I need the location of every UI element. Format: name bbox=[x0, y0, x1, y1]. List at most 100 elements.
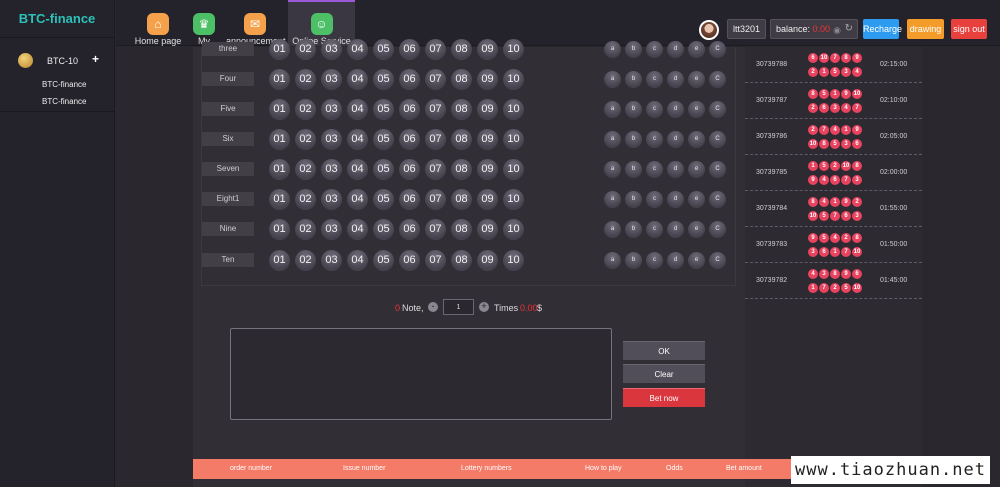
option-ball[interactable]: c bbox=[646, 101, 663, 118]
option-ball[interactable]: C bbox=[709, 252, 726, 269]
bet-now-button[interactable]: Bet now bbox=[623, 388, 705, 407]
option-ball[interactable]: a bbox=[604, 101, 621, 118]
option-ball[interactable]: b bbox=[625, 252, 642, 269]
option-ball[interactable]: b bbox=[625, 131, 642, 148]
number-ball[interactable]: 03 bbox=[321, 219, 342, 240]
option-ball[interactable]: d bbox=[667, 252, 684, 269]
number-ball[interactable]: 05 bbox=[373, 69, 394, 90]
option-ball[interactable]: e bbox=[688, 191, 705, 208]
number-ball[interactable]: 07 bbox=[425, 219, 446, 240]
number-ball[interactable]: 10 bbox=[503, 99, 524, 120]
option-ball[interactable]: b bbox=[625, 41, 642, 58]
number-ball[interactable]: 02 bbox=[295, 219, 316, 240]
number-ball[interactable]: 02 bbox=[295, 129, 316, 150]
option-ball[interactable]: d bbox=[667, 161, 684, 178]
number-ball[interactable]: 09 bbox=[477, 99, 498, 120]
number-ball[interactable]: 06 bbox=[399, 189, 420, 210]
option-ball[interactable]: c bbox=[646, 191, 663, 208]
number-ball[interactable]: 08 bbox=[451, 129, 472, 150]
number-ball[interactable]: 01 bbox=[269, 250, 290, 271]
option-ball[interactable]: e bbox=[688, 131, 705, 148]
number-ball[interactable]: 08 bbox=[451, 219, 472, 240]
number-ball[interactable]: 09 bbox=[477, 159, 498, 180]
recharge-button[interactable]: Recharge bbox=[863, 19, 902, 39]
number-ball[interactable]: 02 bbox=[295, 189, 316, 210]
number-ball[interactable]: 08 bbox=[451, 39, 472, 60]
refresh-icon[interactable]: ↻ bbox=[845, 20, 853, 38]
number-ball[interactable]: 06 bbox=[399, 250, 420, 271]
number-ball[interactable]: 03 bbox=[321, 129, 342, 150]
number-ball[interactable]: 09 bbox=[477, 189, 498, 210]
number-ball[interactable]: 02 bbox=[295, 69, 316, 90]
number-ball[interactable]: 09 bbox=[477, 129, 498, 150]
number-ball[interactable]: 02 bbox=[295, 159, 316, 180]
option-ball[interactable]: C bbox=[709, 221, 726, 238]
number-ball[interactable]: 04 bbox=[347, 69, 368, 90]
option-ball[interactable]: a bbox=[604, 71, 621, 88]
number-ball[interactable]: 03 bbox=[321, 250, 342, 271]
number-ball[interactable]: 08 bbox=[451, 250, 472, 271]
option-ball[interactable]: c bbox=[646, 41, 663, 58]
option-ball[interactable]: d bbox=[667, 71, 684, 88]
option-ball[interactable]: d bbox=[667, 191, 684, 208]
username-badge[interactable]: ltt3201 bbox=[727, 19, 767, 39]
option-ball[interactable]: c bbox=[646, 71, 663, 88]
number-ball[interactable]: 07 bbox=[425, 39, 446, 60]
number-ball[interactable]: 10 bbox=[503, 189, 524, 210]
sidebar-item-btc-finance-2[interactable]: BTC-finance bbox=[42, 97, 86, 106]
number-ball[interactable]: 10 bbox=[503, 129, 524, 150]
number-ball[interactable]: 04 bbox=[347, 250, 368, 271]
number-ball[interactable]: 04 bbox=[347, 39, 368, 60]
number-ball[interactable]: 02 bbox=[295, 99, 316, 120]
number-ball[interactable]: 10 bbox=[503, 159, 524, 180]
number-ball[interactable]: 03 bbox=[321, 69, 342, 90]
number-ball[interactable]: 05 bbox=[373, 159, 394, 180]
option-ball[interactable]: a bbox=[604, 221, 621, 238]
option-ball[interactable]: a bbox=[604, 191, 621, 208]
number-ball[interactable]: 03 bbox=[321, 39, 342, 60]
option-ball[interactable]: b bbox=[625, 71, 642, 88]
option-ball[interactable]: C bbox=[709, 41, 726, 58]
number-ball[interactable]: 06 bbox=[399, 69, 420, 90]
option-ball[interactable]: b bbox=[625, 161, 642, 178]
times-input[interactable] bbox=[443, 299, 474, 315]
expand-plus-icon[interactable]: + bbox=[92, 52, 99, 66]
option-ball[interactable]: e bbox=[688, 41, 705, 58]
number-ball[interactable]: 01 bbox=[269, 219, 290, 240]
number-ball[interactable]: 06 bbox=[399, 159, 420, 180]
number-ball[interactable]: 08 bbox=[451, 99, 472, 120]
number-ball[interactable]: 01 bbox=[269, 39, 290, 60]
user-avatar[interactable] bbox=[699, 20, 719, 40]
option-ball[interactable]: a bbox=[604, 41, 621, 58]
number-ball[interactable]: 01 bbox=[269, 159, 290, 180]
number-ball[interactable]: 05 bbox=[373, 39, 394, 60]
nav-home[interactable]: ⌂ Home page bbox=[133, 0, 183, 46]
clear-button[interactable]: Clear bbox=[623, 364, 705, 383]
number-ball[interactable]: 01 bbox=[269, 189, 290, 210]
ok-button[interactable]: OK bbox=[623, 341, 705, 360]
option-ball[interactable]: C bbox=[709, 191, 726, 208]
number-ball[interactable]: 10 bbox=[503, 39, 524, 60]
number-ball[interactable]: 01 bbox=[269, 99, 290, 120]
number-ball[interactable]: 01 bbox=[269, 69, 290, 90]
drawing-button[interactable]: drawing bbox=[907, 19, 944, 39]
option-ball[interactable]: d bbox=[667, 101, 684, 118]
option-ball[interactable]: a bbox=[604, 161, 621, 178]
number-ball[interactable]: 04 bbox=[347, 99, 368, 120]
brand-logo[interactable]: BTC-finance bbox=[0, 0, 115, 38]
option-ball[interactable]: e bbox=[688, 71, 705, 88]
number-ball[interactable]: 05 bbox=[373, 129, 394, 150]
option-ball[interactable]: d bbox=[667, 131, 684, 148]
number-ball[interactable]: 02 bbox=[295, 39, 316, 60]
option-ball[interactable]: b bbox=[625, 191, 642, 208]
number-ball[interactable]: 04 bbox=[347, 219, 368, 240]
option-ball[interactable]: C bbox=[709, 71, 726, 88]
option-ball[interactable]: c bbox=[646, 161, 663, 178]
number-ball[interactable]: 06 bbox=[399, 39, 420, 60]
number-ball[interactable]: 08 bbox=[451, 69, 472, 90]
number-ball[interactable]: 06 bbox=[399, 129, 420, 150]
option-ball[interactable]: C bbox=[709, 161, 726, 178]
number-ball[interactable]: 09 bbox=[477, 69, 498, 90]
option-ball[interactable]: e bbox=[688, 161, 705, 178]
sidebar-item-btc-finance-1[interactable]: BTC-finance bbox=[42, 80, 86, 89]
